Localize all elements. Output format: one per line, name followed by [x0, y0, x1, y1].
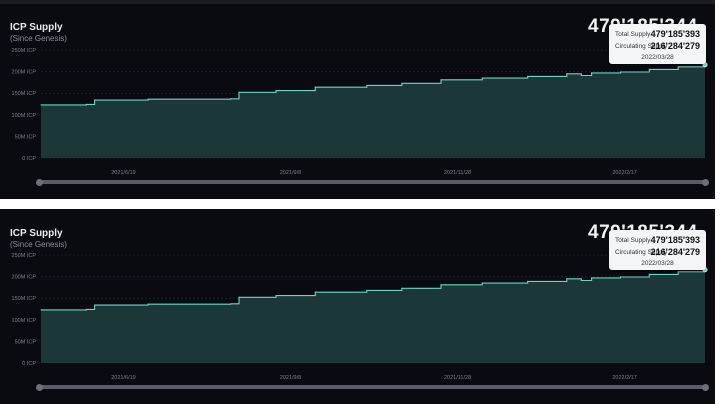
data-point — [527, 75, 529, 77]
data-point — [580, 74, 582, 77]
tooltip-total-label: Total Supply — [615, 237, 651, 244]
data-point — [648, 273, 650, 276]
data-point — [230, 303, 232, 305]
series-area-circulating — [41, 64, 705, 158]
x-tick-label: 2021/9/8 — [280, 170, 301, 176]
data-point — [440, 284, 442, 286]
data-point — [94, 304, 96, 306]
data-point — [366, 84, 368, 87]
data-point — [238, 91, 240, 93]
y-tick-label: 150M ICP — [12, 91, 37, 97]
data-point — [366, 289, 368, 292]
y-tick-label: 100M ICP — [12, 318, 37, 324]
data-point — [481, 282, 483, 284]
data-point — [590, 72, 593, 74]
supply-chart-panel: ICP Supply (Since Genesis) 0 ICP 50M ICP 1… — [0, 0, 715, 199]
y-tick-label: 50M ICP — [15, 339, 37, 345]
series-area-circulating — [41, 269, 705, 363]
zoom-handle-left[interactable] — [36, 178, 43, 186]
page-margin — [715, 0, 727, 404]
x-tick-label: 2022/2/17 — [612, 170, 636, 176]
data-point — [648, 68, 650, 71]
data-point — [94, 99, 96, 101]
data-point — [238, 296, 240, 298]
tooltip-total-value: 479'185'393 — [650, 235, 700, 245]
y-tick-label: 0 ICP — [22, 156, 36, 162]
chart-tooltip: Total Supply 479'185'393 Circulating Sup… — [609, 24, 706, 64]
legend-strip — [14, 197, 93, 199]
data-point — [566, 278, 568, 280]
y-tick-label: 200M ICP — [12, 275, 37, 281]
zoom-handle-left[interactable] — [36, 383, 43, 391]
y-tick-label: 250M ICP — [12, 48, 37, 54]
data-point — [275, 295, 277, 297]
x-tick-label: 2021/6/19 — [111, 375, 135, 381]
y-tick-label: 100M ICP — [12, 113, 37, 119]
x-tick-label: 2021/11/28 — [444, 170, 471, 176]
data-point — [147, 303, 149, 305]
y-tick-label: 150M ICP — [12, 296, 37, 302]
supply-chart-panel: ICP Supply (Since Genesis) 0 ICP 50M ICP 1… — [0, 209, 715, 404]
x-tick-label: 2021/11/28 — [444, 375, 471, 381]
data-point — [401, 287, 403, 289]
x-tick-label: 2021/6/19 — [111, 170, 135, 176]
data-point — [677, 271, 679, 273]
x-tick-label: 2022/2/17 — [612, 375, 636, 381]
data-point — [580, 279, 582, 282]
tooltip-date: 2022/03/28 — [641, 54, 674, 61]
data-point — [314, 291, 316, 293]
data-point — [619, 71, 622, 73]
y-tick-label: 0 ICP — [22, 361, 36, 367]
data-point — [527, 280, 529, 282]
y-tick-label: 50M ICP — [15, 134, 37, 140]
data-point — [85, 308, 87, 311]
zoom-scrollbar[interactable] — [40, 385, 704, 389]
data-point — [275, 90, 277, 92]
tooltip-date: 2022/03/28 — [641, 260, 674, 267]
data-point — [85, 103, 87, 106]
data-point — [566, 73, 568, 75]
tooltip-total-label: Total Supply — [615, 31, 651, 38]
chart-tooltip: Total Supply 479'185'393 Circulating Sup… — [609, 230, 706, 270]
data-point — [619, 276, 622, 278]
tooltip-circulating-value: 216'284'279 — [650, 41, 700, 51]
zoom-handle-right[interactable] — [702, 383, 709, 391]
data-point — [481, 77, 483, 79]
data-point — [590, 277, 593, 279]
data-point — [677, 66, 679, 68]
data-point — [40, 104, 42, 106]
tooltip-circulating-value: 216'284'279 — [650, 247, 700, 257]
tooltip-total-value: 479'185'393 — [650, 29, 700, 39]
data-point — [230, 98, 232, 100]
data-point — [40, 309, 42, 311]
y-tick-label: 250M ICP — [12, 253, 37, 259]
zoom-handle-right[interactable] — [702, 178, 709, 186]
data-point — [314, 86, 316, 88]
zoom-scrollbar[interactable] — [40, 180, 704, 184]
data-point — [401, 82, 403, 84]
data-point — [147, 98, 149, 100]
x-tick-label: 2021/9/8 — [280, 375, 301, 381]
y-tick-label: 200M ICP — [12, 70, 37, 76]
data-point — [440, 79, 442, 81]
